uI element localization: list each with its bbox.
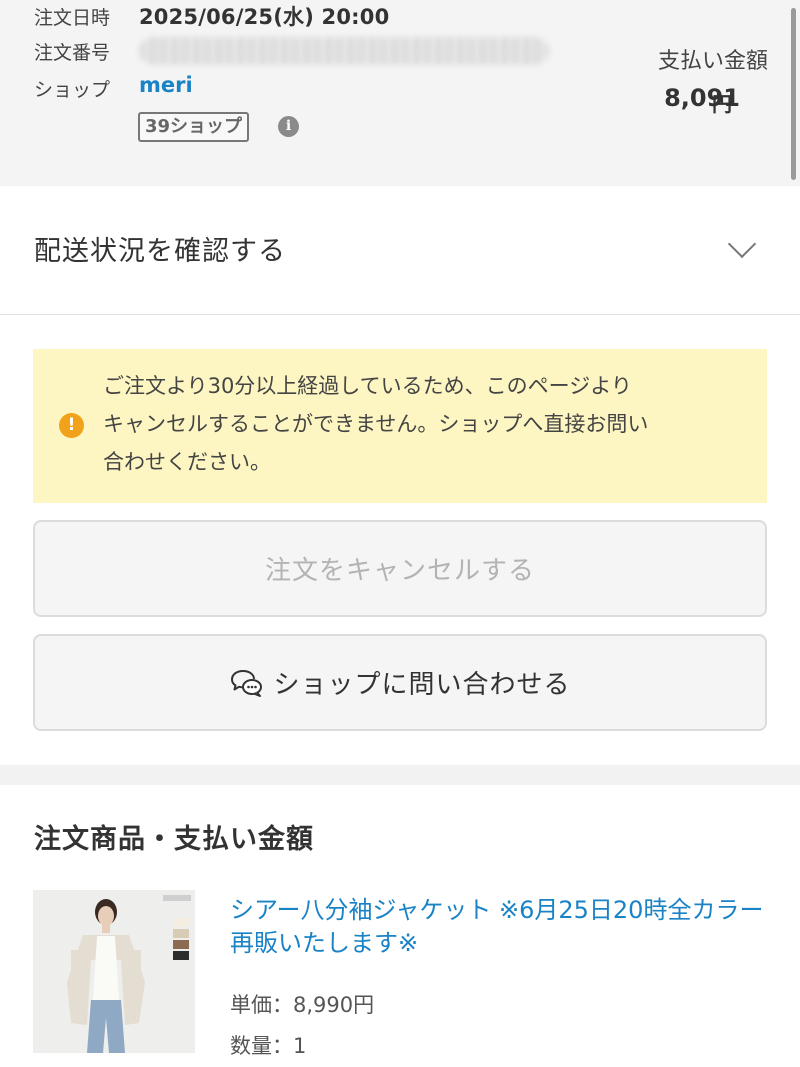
notice-line-1: ご注文より30分以上経過しているため、このページより — [103, 374, 632, 398]
info-icon[interactable]: i — [278, 116, 299, 137]
product-photo — [33, 890, 195, 1053]
section-divider — [0, 765, 800, 785]
order-date-label: 注文日時 — [34, 7, 111, 29]
cancel-notice: ! ご注文より30分以上経過しているため、このページより キャンセルすることがで… — [33, 349, 767, 503]
contact-shop-button[interactable]: ショップに問い合わせる — [33, 634, 767, 731]
cancel-order-button[interactable]: 注文をキャンセルする — [33, 520, 767, 617]
order-number-label: 注文番号 — [34, 42, 111, 64]
items-section-title: 注文商品・支払い金額 — [34, 824, 314, 855]
warning-icon: ! — [59, 413, 84, 438]
cancel-order-label: 注文をキャンセルする — [264, 556, 535, 586]
scrollbar-thumb[interactable] — [791, 8, 796, 180]
shop-name-link[interactable]: meri — [139, 73, 193, 97]
delivery-status-accordion[interactable]: 配送状況を確認する — [0, 186, 800, 315]
notice-line-3: 合わせください。 — [103, 450, 271, 474]
delivery-status-label: 配送状況を確認する — [34, 236, 286, 267]
chevron-down-icon — [727, 229, 757, 259]
shop-label: ショップ — [34, 79, 111, 101]
product-unit-price: 単価：8,990円 — [230, 993, 375, 1017]
contact-shop-label: ショップに問い合わせる — [273, 670, 571, 700]
shop-badge: 39ショップ — [138, 112, 250, 142]
chat-icon — [231, 669, 263, 697]
product-quantity: 数量：1 — [230, 1034, 307, 1058]
product-name-link[interactable]: シアー八分袖ジャケット ※6月25日20時全カラー再販いたします※ — [230, 894, 770, 960]
payment-label: 支払い金額 — [657, 49, 768, 74]
notice-text: ご注文より30分以上経過しているため、このページより キャンセルすることができま… — [103, 367, 753, 481]
order-summary: 注文日時 2025/06/25(水) 20:00 注文番号 ショップ meri … — [0, 0, 800, 186]
order-date-value: 2025/06/25(水) 20:00 — [139, 5, 390, 29]
product-image[interactable] — [33, 890, 195, 1053]
notice-line-2: キャンセルすることができません。ショップへ直接お問い — [103, 412, 649, 436]
order-number-redacted — [139, 37, 549, 65]
payment-unit: 円 — [712, 92, 732, 116]
